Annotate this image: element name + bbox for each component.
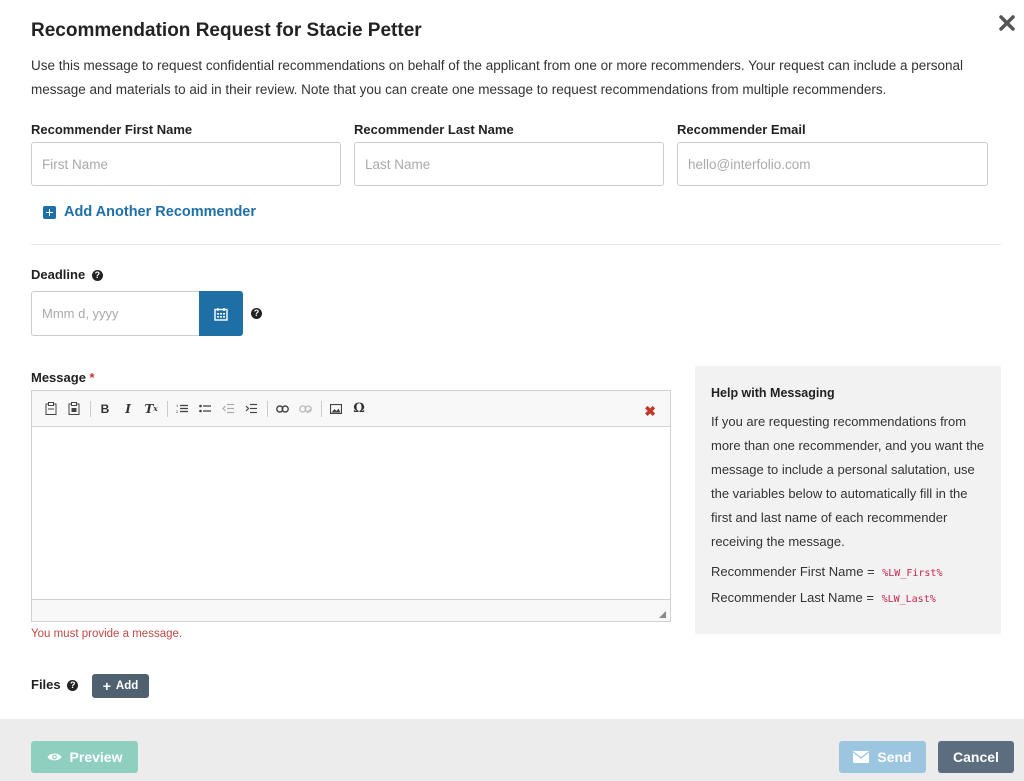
resize-handle[interactable] bbox=[659, 611, 666, 618]
files-label-group: Files ? bbox=[31, 677, 79, 692]
first-name-label: Recommender First Name bbox=[31, 122, 193, 137]
svg-text:2: 2 bbox=[176, 409, 179, 414]
close-icon bbox=[999, 15, 1015, 31]
message-label: Message bbox=[31, 370, 86, 385]
bulleted-list-icon[interactable] bbox=[196, 400, 214, 418]
add-file-button[interactable]: + Add bbox=[92, 674, 149, 698]
message-editor-body[interactable] bbox=[32, 427, 670, 599]
image-icon[interactable] bbox=[327, 400, 345, 418]
modal-title: Recommendation Request for Stacie Petter bbox=[31, 20, 422, 41]
unlink-icon[interactable] bbox=[296, 400, 314, 418]
toolbar-separator bbox=[267, 400, 268, 417]
send-label: Send bbox=[877, 749, 912, 765]
deadline-label-group: Deadline ? bbox=[31, 267, 103, 282]
indent-icon[interactable] bbox=[242, 400, 260, 418]
remove-format-icon[interactable]: Tx bbox=[142, 400, 160, 418]
add-file-label: Add bbox=[115, 680, 139, 692]
preview-label: Preview bbox=[69, 749, 123, 765]
numbered-list-icon[interactable]: 12 bbox=[173, 400, 191, 418]
help-title: Help with Messaging bbox=[711, 386, 835, 400]
deadline-label: Deadline bbox=[31, 267, 86, 282]
question-circle-icon[interactable]: ? bbox=[67, 680, 79, 692]
link-icon[interactable] bbox=[273, 400, 291, 418]
toolbar-separator bbox=[321, 400, 322, 417]
required-mark: * bbox=[89, 370, 95, 385]
toolbar-separator bbox=[90, 400, 91, 417]
help-first-name-var: Recommender First Name = %LW_First% bbox=[711, 562, 985, 584]
files-label: Files bbox=[31, 677, 61, 692]
envelope-icon bbox=[853, 751, 870, 763]
plus-icon: + bbox=[102, 678, 111, 694]
editor-footer bbox=[32, 599, 670, 621]
calendar-icon bbox=[214, 307, 228, 321]
help-first-name-label: Recommender First Name = bbox=[711, 564, 875, 579]
email-label: Recommender Email bbox=[677, 122, 806, 137]
italic-icon[interactable]: I bbox=[119, 400, 137, 418]
deadline-date-input[interactable] bbox=[31, 291, 201, 336]
special-character-icon[interactable]: Ω bbox=[350, 400, 368, 418]
email-field[interactable] bbox=[677, 142, 988, 186]
help-last-name-label: Recommender Last Name = bbox=[711, 590, 874, 605]
paste-text-icon[interactable] bbox=[65, 400, 83, 418]
question-circle-icon[interactable]: ? bbox=[251, 308, 262, 319]
intro-text: Use this message to request confidential… bbox=[31, 58, 964, 97]
help-body: If you are requesting recommendations fr… bbox=[711, 414, 985, 549]
svg-text:1: 1 bbox=[176, 403, 179, 408]
calendar-button[interactable] bbox=[199, 291, 243, 336]
toolbar-separator bbox=[167, 400, 168, 417]
cancel-label: Cancel bbox=[953, 749, 999, 765]
add-another-recommender-button[interactable]: Add Another Recommender bbox=[43, 204, 256, 220]
eye-icon bbox=[47, 753, 62, 761]
first-name-field[interactable] bbox=[31, 142, 341, 186]
message-editor: B I Tx 12 Ω ✖ bbox=[31, 390, 671, 622]
last-name-variable: %LW_Last% bbox=[881, 594, 936, 605]
message-label-group: Message * bbox=[31, 370, 95, 385]
send-button[interactable]: Send bbox=[839, 741, 926, 773]
clear-editor-icon[interactable]: ✖ bbox=[644, 403, 656, 420]
help-panel: Help with Messaging If you are requestin… bbox=[695, 366, 1001, 634]
preview-button[interactable]: Preview bbox=[31, 741, 138, 773]
message-error: You must provide a message. bbox=[31, 628, 183, 640]
last-name-label: Recommender Last Name bbox=[354, 122, 514, 137]
cancel-button[interactable]: Cancel bbox=[938, 741, 1014, 773]
first-name-variable: %LW_First% bbox=[882, 568, 943, 579]
add-another-recommender-label: Add Another Recommender bbox=[64, 204, 257, 220]
paste-icon[interactable] bbox=[42, 400, 60, 418]
outdent-icon[interactable] bbox=[219, 400, 237, 418]
last-name-field[interactable] bbox=[354, 142, 664, 186]
question-circle-icon[interactable]: ? bbox=[91, 270, 103, 282]
divider bbox=[31, 244, 1001, 245]
help-last-name-var: Recommender Last Name = %LW_Last% bbox=[711, 588, 985, 610]
plus-square-icon bbox=[43, 205, 56, 219]
close-button[interactable] bbox=[998, 14, 1016, 32]
editor-toolbar: B I Tx 12 Ω ✖ bbox=[32, 391, 670, 427]
bold-icon[interactable]: B bbox=[96, 400, 114, 418]
